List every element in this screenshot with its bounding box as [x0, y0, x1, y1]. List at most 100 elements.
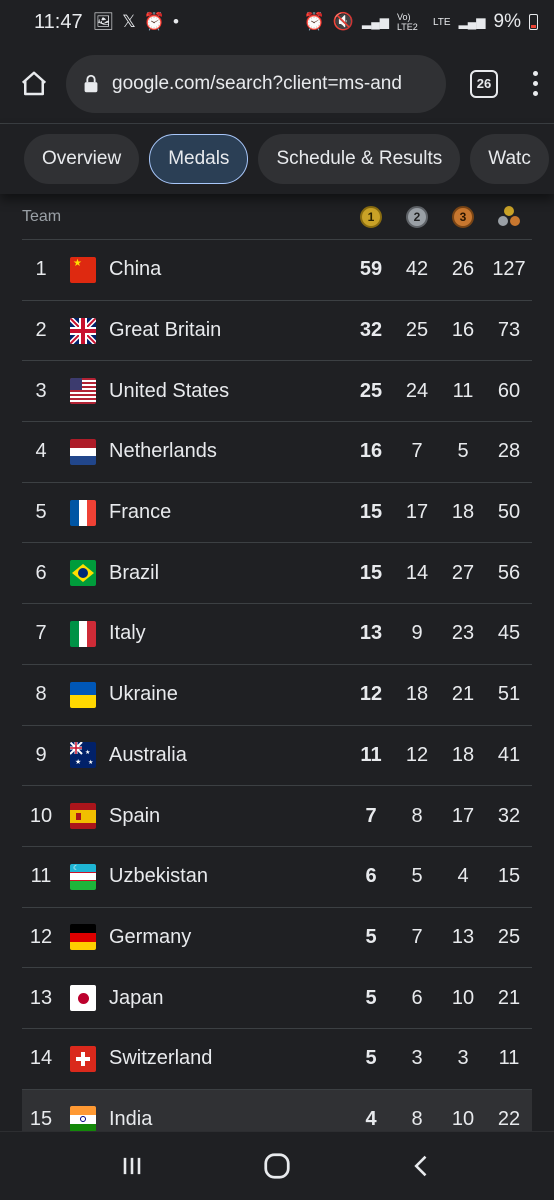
- country-name: China: [109, 258, 162, 281]
- silver-count: 5: [411, 865, 423, 888]
- silver-medal-icon[interactable]: 2: [406, 205, 428, 228]
- table-row[interactable]: 3 United States 25 24 11 60: [22, 361, 532, 423]
- chip-schedule-results[interactable]: Schedule & Results: [258, 134, 461, 184]
- country-name: Switzerland: [109, 1047, 213, 1070]
- flag-brazil-icon: [70, 560, 96, 587]
- svg-text:★: ★: [85, 749, 90, 756]
- flag-ukraine-icon: [70, 681, 96, 708]
- table-row[interactable]: 14 Switzerland 5 3 3 11: [22, 1029, 532, 1090]
- overflow-menu-button[interactable]: [530, 71, 540, 96]
- table-row[interactable]: 6 Brazil 15 14 27 56: [22, 543, 532, 605]
- country-name: Uzbekistan: [109, 865, 208, 888]
- table-row[interactable]: 11 ☾ Uzbekistan 6 5 4 15: [22, 847, 532, 908]
- rank-cell: 12: [29, 925, 53, 948]
- recent-apps-button[interactable]: [112, 1146, 152, 1186]
- bronze-count: 5: [457, 440, 469, 463]
- silver-count: 14: [405, 561, 429, 584]
- bronze-medal-icon[interactable]: 3: [452, 205, 474, 228]
- silver-count: 24: [405, 379, 429, 402]
- table-row[interactable]: 10 Spain 7 8 17 32: [22, 786, 532, 847]
- rank-cell: 13: [29, 986, 53, 1009]
- home-icon: [21, 71, 47, 95]
- more-notifications-dot-icon: •: [173, 12, 179, 31]
- country-name: Great Britain: [109, 319, 222, 342]
- table-row[interactable]: 2 Great Britain 32 25 16 73: [22, 301, 532, 362]
- gold-count: 4: [365, 1107, 377, 1130]
- flag-uzbekistan-icon: ☾: [70, 863, 96, 890]
- bronze-count: 4: [457, 865, 469, 888]
- rank-cell: 7: [35, 622, 47, 645]
- silver-count: 8: [411, 1107, 423, 1130]
- back-button[interactable]: [402, 1146, 442, 1186]
- signal-icon-2: ▂▄▆: [458, 15, 486, 29]
- total-count: 41: [497, 743, 521, 766]
- bronze-count: 23: [451, 622, 475, 645]
- total-medals-icon[interactable]: [497, 205, 521, 228]
- total-count: 32: [497, 804, 521, 827]
- back-icon: [413, 1155, 427, 1177]
- chip-medals[interactable]: Medals: [149, 134, 249, 184]
- gallery-notification-icon: 🖼: [92, 12, 115, 31]
- country-name: Spain: [109, 804, 161, 827]
- rank-cell: 3: [35, 379, 47, 402]
- table-row[interactable]: 9 ★ ★ ★ Australia 11 12 18 41: [22, 726, 532, 787]
- gold-count: 5: [365, 986, 377, 1009]
- table-row[interactable]: 12 Germany 5 7 13 25: [22, 908, 532, 969]
- country-name: Japan: [109, 986, 164, 1009]
- volte-label: Vo) LTE2: [396, 12, 418, 32]
- bronze-count: 21: [451, 683, 475, 706]
- rank-cell: 1: [35, 258, 47, 281]
- battery-percent: 9%: [493, 11, 521, 32]
- signal-icon: ▂▄▆: [361, 15, 389, 29]
- browser-toolbar: google.com/search?client=ms-and 26: [0, 44, 554, 124]
- silver-count: 18: [405, 683, 429, 706]
- x-notification-icon: 𝕏: [122, 12, 136, 31]
- table-row[interactable]: 8 Ukraine 12 18 21 51: [22, 665, 532, 726]
- gold-count: 32: [359, 319, 383, 342]
- silver-count: 9: [411, 622, 423, 645]
- tab-switcher-button[interactable]: 26: [470, 69, 498, 98]
- home-button[interactable]: [14, 64, 54, 104]
- status-time: 11:47: [34, 10, 83, 33]
- svg-text:★: ★: [88, 759, 93, 766]
- bronze-count: 10: [451, 1107, 475, 1130]
- gold-count: 11: [360, 743, 382, 766]
- silver-count: 25: [405, 319, 429, 342]
- bronze-count: 13: [451, 925, 475, 948]
- table-row[interactable]: 4 Netherlands 16 7 5 28: [22, 422, 532, 483]
- flag-great-britain-icon: [70, 317, 96, 344]
- rank-cell: 15: [29, 1107, 53, 1130]
- country-name: Australia: [109, 743, 187, 766]
- flag-netherlands-icon: [70, 438, 96, 465]
- rank-cell: 14: [29, 1047, 53, 1070]
- bronze-count: 16: [451, 319, 475, 342]
- table-row[interactable]: 7 Italy 13 9 23 45: [22, 604, 532, 665]
- gold-count: 15: [359, 501, 383, 524]
- flag-spain-icon: [70, 803, 96, 830]
- status-bar: 11:47 🖼 𝕏 ⏰ • ⏰ 🔇 ▂▄▆ Vo) LTE2 LTE ▂▄▆ 9…: [0, 0, 554, 44]
- country-name: United States: [109, 379, 230, 402]
- android-nav-bar: [0, 1131, 554, 1200]
- gold-count: 16: [359, 440, 383, 463]
- alarm-notification-icon: ⏰: [143, 12, 166, 31]
- table-row[interactable]: 5 France 15 17 18 50: [22, 483, 532, 544]
- gold-medal-icon[interactable]: 1: [360, 205, 382, 228]
- team-column-header: Team: [22, 207, 62, 225]
- total-count: 56: [497, 561, 521, 584]
- medal-table: Team 1 2 3 1 ★ China 59 42 26 127 2 Great Britai…: [22, 194, 532, 1151]
- gold-count: 12: [359, 683, 383, 706]
- total-count: 22: [497, 1107, 521, 1130]
- total-count: 15: [497, 865, 521, 888]
- flag-united-states-icon: [70, 378, 96, 405]
- home-nav-button[interactable]: [257, 1146, 297, 1186]
- total-count: 25: [497, 925, 521, 948]
- table-row[interactable]: 13 Japan 5 6 10 21: [22, 968, 532, 1029]
- filter-chips: Overview Medals Schedule & Results Watc: [0, 124, 554, 194]
- table-row[interactable]: 1 ★ China 59 42 26 127: [22, 240, 532, 301]
- country-name: Germany: [109, 925, 192, 948]
- chip-overview[interactable]: Overview: [24, 134, 140, 184]
- chip-watch[interactable]: Watc: [470, 134, 549, 184]
- address-bar[interactable]: google.com/search?client=ms-and: [66, 54, 446, 113]
- bronze-count: 26: [451, 258, 475, 281]
- silver-count: 8: [411, 804, 423, 827]
